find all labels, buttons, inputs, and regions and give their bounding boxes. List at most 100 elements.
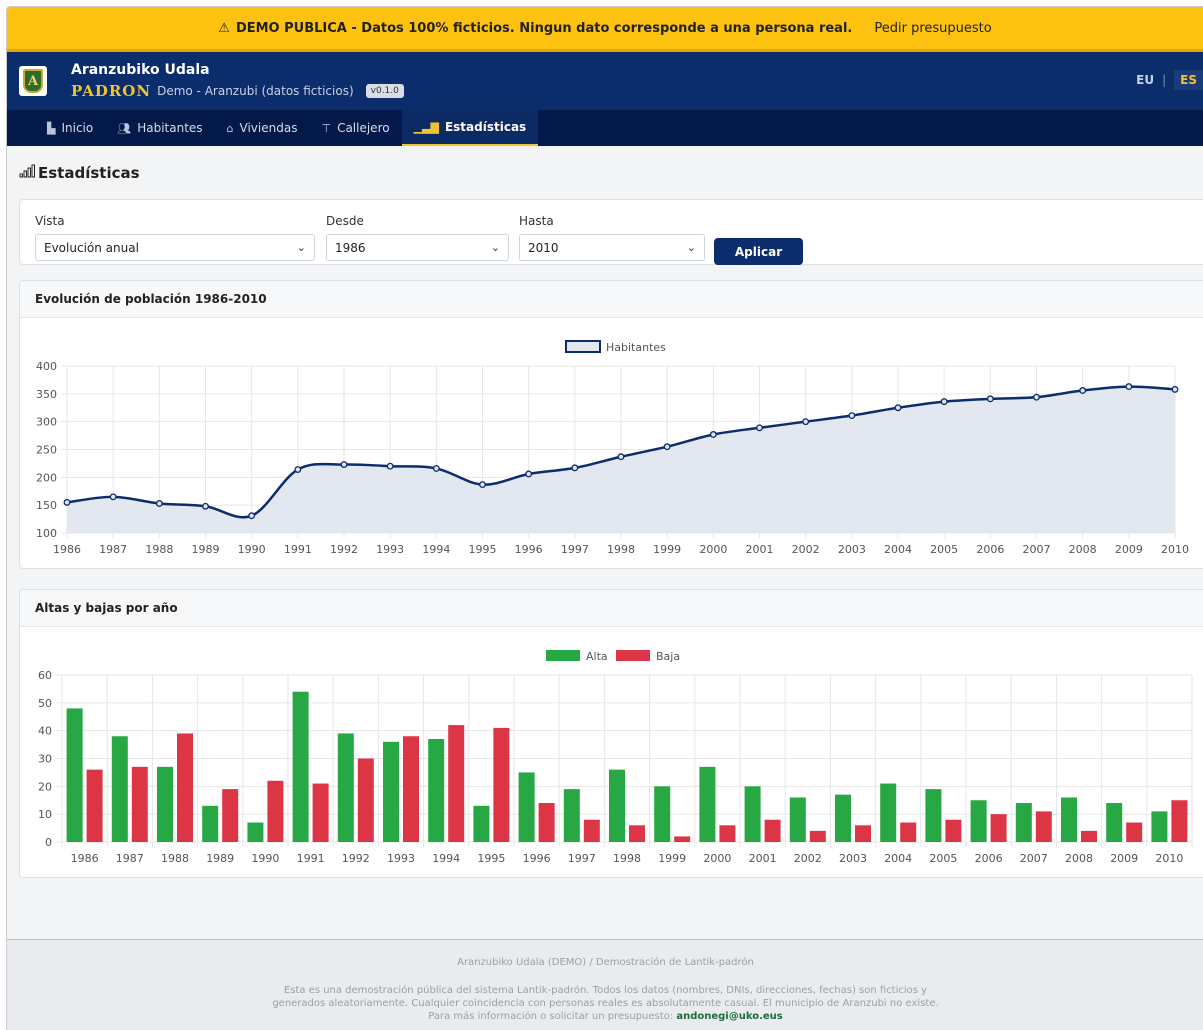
legend-swatch [546, 650, 580, 661]
x-tick-label: 1995 [477, 852, 505, 865]
data-point [248, 512, 256, 520]
filter-card: Vista Evolución anual ⌄ Desde 1986 ⌄ Has… [19, 199, 1203, 265]
hasta-select[interactable]: 2010 ⌄ [519, 234, 705, 261]
language-switcher: EU | ES [1136, 70, 1203, 90]
bar-alta [518, 772, 535, 842]
bar-baja [900, 822, 917, 842]
legend-label: Baja [656, 650, 680, 663]
demo-message: DEMO PUBLICA - Datos 100% ficticios. Nin… [235, 20, 853, 36]
data-point [802, 418, 810, 426]
x-tick-label: 1996 [523, 852, 551, 865]
nav-label: Viviendas [239, 121, 298, 135]
data-point [848, 412, 856, 419]
y-tick-label: 0 [45, 836, 52, 849]
x-tick-label: 2003 [838, 543, 866, 556]
bar-baja [131, 766, 148, 842]
bar-baja [1126, 822, 1143, 842]
x-tick-label: 2005 [929, 852, 957, 865]
x-tick-label: 1992 [342, 852, 370, 865]
x-tick-label: 1997 [568, 852, 596, 865]
x-tick-label: 1988 [145, 543, 173, 556]
desde-select[interactable]: 1986 ⌄ [326, 234, 509, 261]
bar-alta [247, 822, 264, 842]
bar-alta [157, 766, 173, 842]
x-tick-label: 2004 [884, 852, 912, 865]
bar-baja [809, 830, 826, 842]
legend-swatch [616, 650, 650, 661]
x-tick-label: 2002 [792, 543, 820, 556]
bar-alta [563, 789, 580, 842]
altas-card: Altas y bajas por año 0 10 20 30 40 50 60 1986 1… [19, 589, 1203, 878]
request-quote-link[interactable]: Pedir presupuesto [874, 21, 991, 36]
x-tick-label: 2002 [794, 852, 822, 865]
bar-alta [744, 786, 761, 842]
nav-label: Inicio [61, 121, 94, 135]
population-card-title: Evolución de población 1986-2010 [20, 281, 1203, 318]
bar-baja [583, 819, 600, 842]
bar-alta [428, 739, 445, 842]
bar-baja [86, 769, 103, 842]
x-tick-label: 1999 [653, 543, 681, 556]
y-tick-label: 30 [38, 753, 52, 766]
x-tick-label: 1999 [658, 852, 686, 865]
vista-select[interactable]: Evolución anual ⌄ [35, 234, 315, 261]
x-tick-label: 1995 [469, 543, 497, 556]
bar-alta [925, 789, 942, 842]
home-grid-icon: ▙ [47, 121, 56, 135]
x-tick-label: 1993 [376, 543, 404, 556]
signpost-icon: ⊤ [321, 121, 332, 135]
bar-baja [629, 825, 645, 842]
x-tick-label: 2007 [1020, 852, 1048, 865]
x-tick-label: 1992 [330, 543, 358, 556]
bar-alta [1061, 797, 1077, 842]
bar-baja [448, 725, 465, 842]
bar-baja [357, 758, 374, 842]
bar-alta [789, 797, 806, 842]
x-tick-label: 2000 [699, 543, 727, 556]
nav-label: Habitantes [137, 121, 203, 135]
bar-alta [66, 708, 83, 842]
x-tick-label: 1990 [238, 543, 266, 556]
bar-alta [970, 800, 987, 842]
x-tick-label: 1994 [422, 543, 450, 556]
municipality-logo[interactable]: A [19, 66, 47, 96]
x-tick-label: 1987 [99, 543, 127, 556]
bar-baja [1081, 830, 1097, 842]
version-badge: v0.1.0 [365, 84, 404, 98]
page-title-text: Estadísticas [38, 164, 140, 182]
hasta-field: Hasta 2010 ⌄ [519, 214, 705, 261]
x-tick-label: 2010 [1155, 852, 1183, 865]
x-tick-label: 1998 [613, 852, 641, 865]
apply-button[interactable]: Aplicar [714, 238, 803, 265]
footer-line: Para más información o solicitar un pres… [7, 1010, 1203, 1023]
x-tick-label: 1986 [53, 543, 81, 556]
footer-contact-text: Para más información o solicitar un pres… [428, 1011, 674, 1022]
bar-alta [880, 783, 897, 842]
x-tick-label: 1997 [561, 543, 589, 556]
data-point [525, 470, 533, 478]
bar-baja [267, 780, 284, 842]
x-tick-label: 1987 [116, 852, 144, 865]
bar-baja [674, 836, 691, 842]
demo-banner: ⚠ DEMO PUBLICA - Datos 100% ficticios. N… [7, 7, 1203, 52]
data-point [1079, 387, 1087, 394]
nav-callejero[interactable]: ⊤ Callejero [309, 110, 401, 146]
data-point [1125, 383, 1133, 391]
nav-habitantes[interactable]: 👥︎ Habitantes [105, 110, 214, 146]
x-tick-label: 2005 [930, 543, 958, 556]
bar-alta [699, 766, 716, 842]
data-point [386, 462, 394, 470]
lang-es-button[interactable]: ES [1174, 70, 1203, 90]
nav-estadisticas[interactable]: ▁▃▇ Estadísticas [401, 110, 539, 146]
data-point [894, 404, 902, 412]
chevron-down-icon: ⌄ [296, 241, 306, 254]
lang-eu-button[interactable]: EU [1136, 73, 1154, 87]
nav-inicio[interactable]: ▙ Inicio [35, 110, 105, 146]
contact-email-link[interactable]: andonegi@uko.eus [676, 1011, 782, 1022]
main-nav: ▙ Inicio 👥︎ Habitantes ⌂ Viviendas ⊤ Cal… [7, 110, 1203, 146]
data-point [1171, 385, 1179, 393]
nav-viviendas[interactable]: ⌂ Viviendas [215, 110, 310, 146]
x-tick-label: 2004 [884, 543, 912, 556]
x-tick-label: 1994 [432, 852, 460, 865]
bar-alta [1106, 803, 1123, 842]
